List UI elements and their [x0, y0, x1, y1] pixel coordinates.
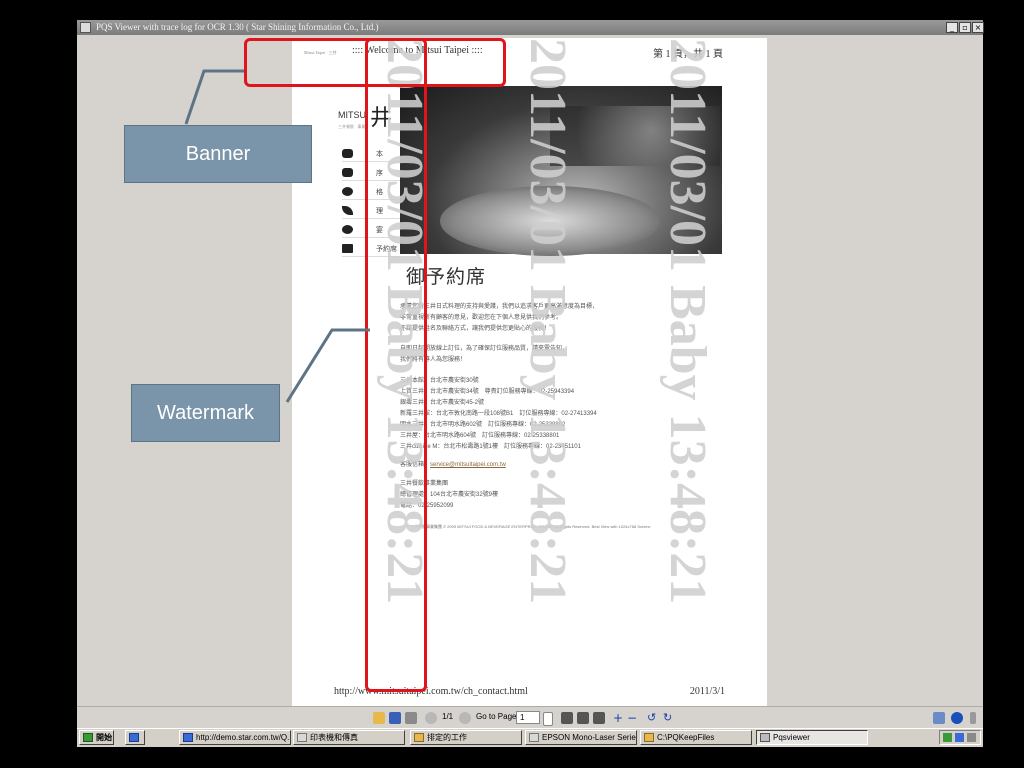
- page-display: 1/1: [442, 712, 454, 721]
- rotate-right-icon[interactable]: ↻: [663, 712, 675, 724]
- fit-width-icon[interactable]: [561, 712, 573, 724]
- zoom-out-icon[interactable]: −: [627, 712, 639, 724]
- taskbar-item-scheduled[interactable]: 排定的工作: [410, 730, 522, 745]
- folder-icon: [414, 733, 424, 742]
- rotate-left-icon[interactable]: ↺: [647, 712, 659, 724]
- zoom-in-icon[interactable]: +: [613, 712, 625, 724]
- print-icon[interactable]: [405, 712, 417, 724]
- taskbar-item-folder[interactable]: C:\PQKeepFiles: [640, 730, 752, 745]
- fit-page-icon[interactable]: [577, 712, 589, 724]
- toolbar-grip-icon[interactable]: [970, 712, 976, 724]
- taskbar-item-printers[interactable]: 印表機和傳真: [293, 730, 405, 745]
- ie-icon: [183, 733, 193, 742]
- open-folder-icon[interactable]: [373, 712, 385, 724]
- printer-icon: [529, 733, 539, 742]
- help-icon[interactable]: [951, 712, 963, 724]
- taskbar-item-pqsviewer[interactable]: Pqsviewer: [756, 730, 868, 745]
- tray-network-icon[interactable]: [943, 733, 952, 742]
- app-icon: [760, 733, 770, 742]
- system-tray: [939, 730, 981, 745]
- go-to-page-input[interactable]: 1: [516, 711, 540, 724]
- taskbar-item-ie[interactable]: http://demo.star.com.tw/Q...: [179, 730, 291, 745]
- go-to-page-label: Go to Page: [476, 712, 517, 721]
- ie-icon: [129, 733, 139, 742]
- task-label: C:\PQKeepFiles: [657, 733, 715, 742]
- task-label: http://demo.star.com.tw/Q...: [196, 733, 291, 742]
- banner-callout: Banner: [124, 125, 312, 183]
- save-icon[interactable]: [389, 712, 401, 724]
- folder-icon: [644, 733, 654, 742]
- start-label: 開始: [96, 733, 112, 742]
- task-label: EPSON Mono-Laser Series2: [542, 733, 637, 742]
- windows-logo-icon: [83, 733, 93, 742]
- actual-size-icon[interactable]: [593, 712, 605, 724]
- previous-page-icon[interactable]: [425, 712, 437, 724]
- options-icon[interactable]: [933, 712, 945, 724]
- start-button[interactable]: 開始: [79, 730, 114, 745]
- task-label: 排定的工作: [427, 733, 467, 742]
- task-label: 印表機和傳真: [310, 733, 358, 742]
- quick-launch-ie[interactable]: [125, 730, 145, 745]
- page-spinner-icon[interactable]: [543, 712, 553, 726]
- tray-volume-icon[interactable]: [967, 733, 976, 742]
- banner-connector: [184, 69, 244, 125]
- next-page-icon[interactable]: [459, 712, 471, 724]
- printer-icon: [297, 733, 307, 742]
- watermark-connector: [285, 328, 370, 403]
- tray-app-icon[interactable]: [955, 733, 964, 742]
- taskbar-item-epson[interactable]: EPSON Mono-Laser Series2: [525, 730, 637, 745]
- watermark-callout: Watermark: [131, 384, 280, 442]
- task-label: Pqsviewer: [773, 733, 810, 742]
- taskbar: 開始 http://demo.star.com.tw/Q... 印表機和傳真 排…: [77, 728, 983, 747]
- viewer-toolbar: 1/1 Go to Page 1 + − ↺ ↻: [77, 706, 983, 729]
